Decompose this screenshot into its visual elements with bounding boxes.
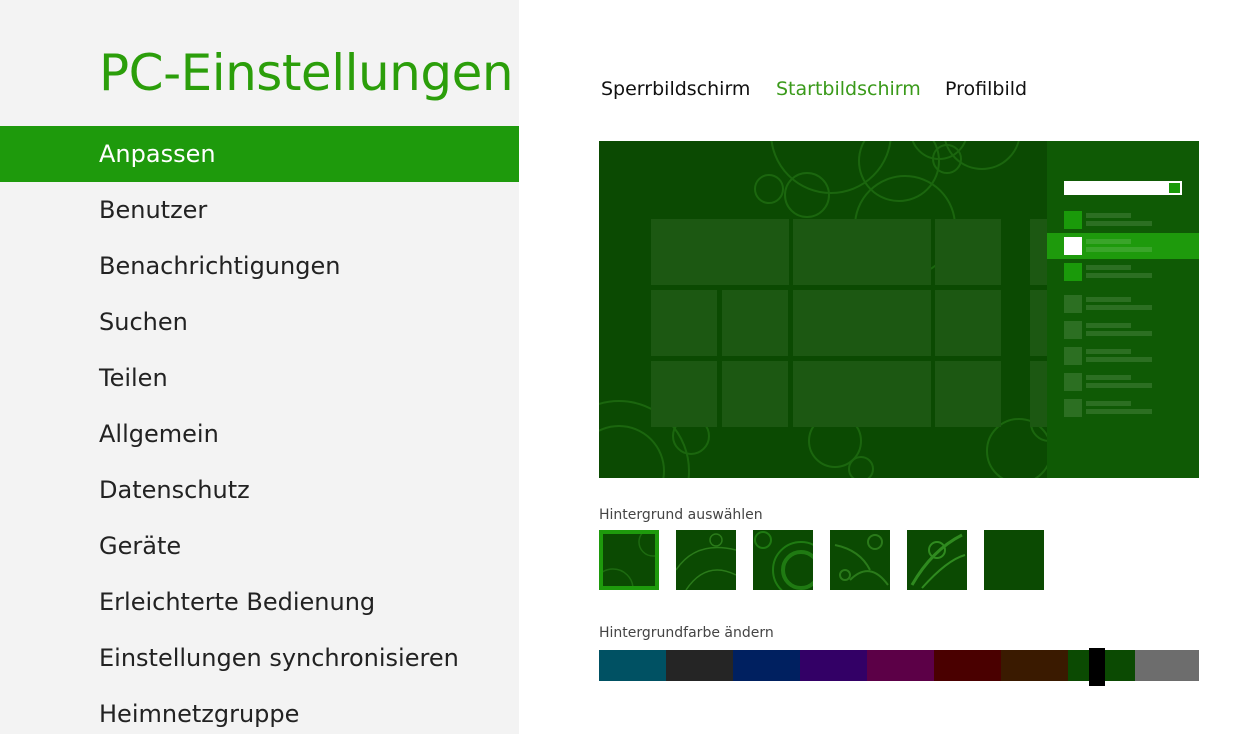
tab-sperrbildschirm[interactable]: Sperrbildschirm (601, 78, 750, 100)
preview-tile (651, 290, 717, 356)
sidebar-item-datenschutz[interactable]: Datenschutz (0, 462, 519, 518)
preview-charm-row (1047, 291, 1199, 317)
color-swatch-purple[interactable] (800, 650, 867, 681)
preview-search-icon (1169, 183, 1180, 193)
background-option-3[interactable] (753, 530, 813, 590)
preview-charm-row (1047, 259, 1199, 285)
preview-tile (793, 219, 931, 285)
background-option-4[interactable] (830, 530, 890, 590)
sidebar-item-einstellungen-synchronisieren[interactable]: Einstellungen synchronisieren (0, 630, 519, 686)
preview-charm-row (1047, 317, 1199, 343)
color-swatch-gray[interactable] (1135, 650, 1199, 681)
color-swatch-brown[interactable] (1001, 650, 1068, 681)
sidebar-item-geraete[interactable]: Geräte (0, 518, 519, 574)
preview-charm-row (1047, 369, 1199, 395)
sidebar-item-suchen[interactable]: Suchen (0, 294, 519, 350)
tab-startbildschirm[interactable]: Startbildschirm (776, 78, 921, 100)
sidebar-item-benutzer[interactable]: Benutzer (0, 182, 519, 238)
preview-charm-panel (1047, 141, 1199, 478)
color-swatch-dark-gray[interactable] (666, 650, 733, 681)
background-color-slider[interactable] (599, 648, 1199, 686)
preview-search-box (1064, 181, 1182, 195)
sidebar: PC-Einstellungen Anpassen Benutzer Benac… (0, 0, 519, 734)
color-section-label: Hintergrundfarbe ändern (599, 625, 774, 641)
preview-tile (722, 361, 788, 427)
color-swatch-plum[interactable] (867, 650, 934, 681)
background-option-1[interactable] (599, 530, 659, 590)
preview-charm-row (1047, 207, 1199, 233)
preview-charm-row-selected (1047, 233, 1199, 259)
preview-tile (935, 361, 1001, 427)
preview-tile (935, 290, 1001, 356)
color-swatch-navy[interactable] (733, 650, 800, 681)
background-option-5[interactable] (907, 530, 967, 590)
sidebar-item-erleichterte-bedienung[interactable]: Erleichterte Bedienung (0, 574, 519, 630)
preview-tile (651, 361, 717, 427)
sidebar-item-benachrichtigungen[interactable]: Benachrichtigungen (0, 238, 519, 294)
tab-profilbild[interactable]: Profilbild (945, 78, 1027, 100)
preview-tile (793, 290, 931, 356)
background-section-label: Hintergrund auswählen (599, 507, 763, 523)
background-option-2[interactable] (676, 530, 736, 590)
preview-tile (935, 219, 1001, 285)
background-option-6[interactable] (984, 530, 1044, 590)
preview-tile (722, 290, 788, 356)
sidebar-item-teilen[interactable]: Teilen (0, 350, 519, 406)
start-screen-preview (599, 141, 1199, 478)
preview-charm-row (1047, 343, 1199, 369)
preview-tile (651, 219, 789, 285)
color-slider-thumb[interactable] (1089, 648, 1105, 686)
sidebar-item-allgemein[interactable]: Allgemein (0, 406, 519, 462)
preview-charm-row (1047, 395, 1199, 421)
sidebar-item-anpassen[interactable]: Anpassen (0, 126, 519, 182)
app-title: PC-Einstellungen (99, 44, 514, 102)
color-swatch-teal[interactable] (599, 650, 666, 681)
preview-tile (793, 361, 931, 427)
color-swatch-maroon[interactable] (934, 650, 1001, 681)
